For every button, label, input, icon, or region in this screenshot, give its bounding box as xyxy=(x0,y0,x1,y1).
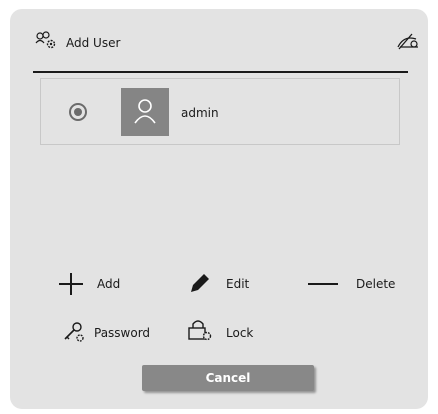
lock-label: Lock xyxy=(226,326,254,340)
delete-button[interactable]: Delete xyxy=(306,271,406,297)
lock-gear-icon xyxy=(187,318,213,346)
edit-button[interactable]: Edit xyxy=(188,271,268,297)
edit-label: Edit xyxy=(226,277,250,291)
users-gear-icon xyxy=(35,30,57,50)
visibility-off-icon[interactable] xyxy=(396,31,420,51)
add-label: Add xyxy=(97,277,121,291)
avatar xyxy=(121,88,169,136)
dialog-header: Add User xyxy=(10,9,428,73)
add-button[interactable]: Add xyxy=(57,271,137,297)
radio-selected-dot xyxy=(74,108,82,116)
password-label: Password xyxy=(94,326,151,340)
user-management-dialog: Add User admin Add Edit Delete Password … xyxy=(10,9,428,409)
username: admin xyxy=(181,106,219,120)
list-item[interactable]: admin xyxy=(41,79,399,144)
plus-icon xyxy=(57,271,85,301)
person-icon xyxy=(134,99,156,124)
lock-button[interactable]: Lock xyxy=(187,318,267,344)
user-list: admin xyxy=(40,78,400,145)
delete-label: Delete xyxy=(356,277,396,291)
header-divider xyxy=(33,71,408,73)
minus-icon xyxy=(306,271,340,301)
dialog-title: Add User xyxy=(66,36,121,50)
pencil-icon xyxy=(188,271,212,299)
key-gear-icon xyxy=(62,321,86,347)
user-select-radio[interactable] xyxy=(69,103,87,121)
cancel-button[interactable]: Cancel xyxy=(142,365,314,391)
password-button[interactable]: Password xyxy=(62,321,162,345)
